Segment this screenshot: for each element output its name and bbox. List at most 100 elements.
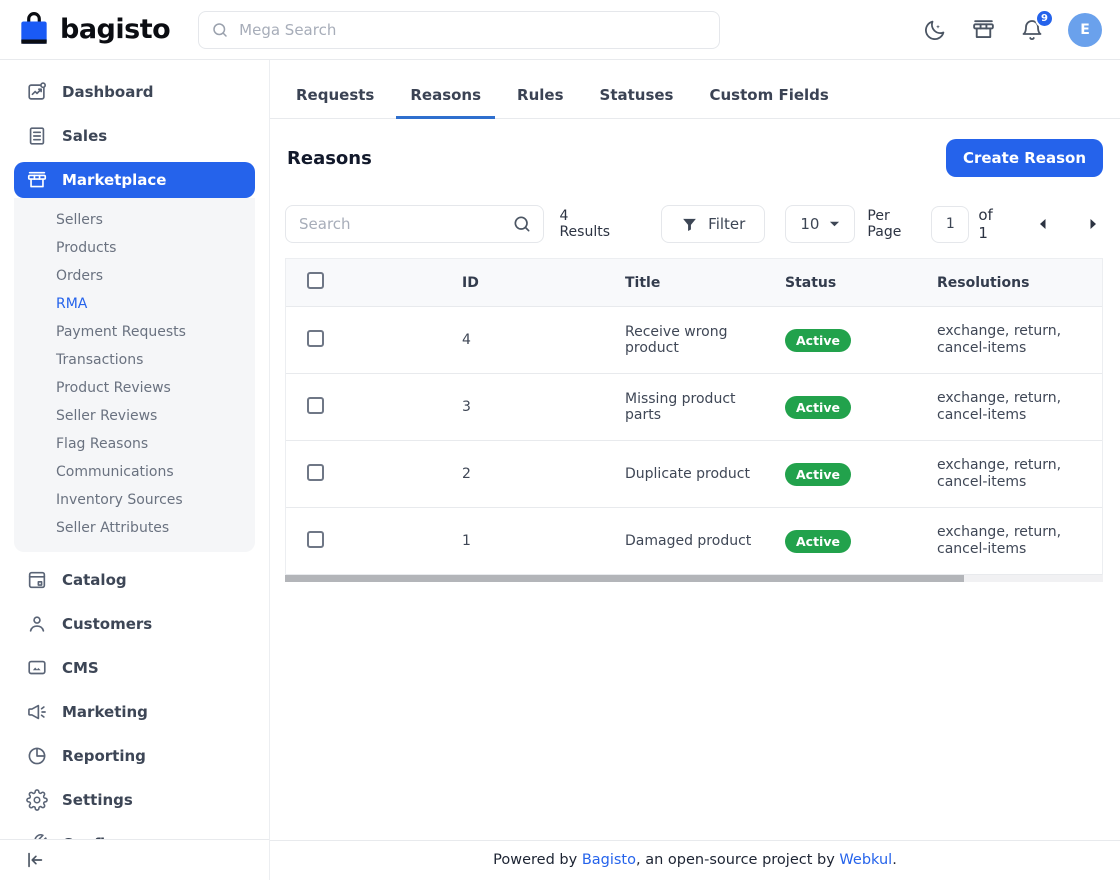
notification-count-badge: 9 (1035, 9, 1054, 28)
marketing-icon (26, 701, 48, 723)
submenu-item-communications[interactable]: Communications (14, 458, 255, 486)
submenu-item-sellers[interactable]: Sellers (14, 206, 255, 234)
row-title: Receive wrong product (625, 324, 785, 356)
row-checkbox[interactable] (307, 397, 324, 414)
sidebar-item-label: CMS (62, 659, 99, 677)
horizontal-scrollbar-thumb[interactable] (285, 575, 964, 582)
column-header-id: ID (462, 275, 625, 291)
filter-label: Filter (708, 215, 745, 233)
column-header-resolutions: Resolutions (937, 275, 1102, 291)
store-icon[interactable] (971, 17, 996, 42)
submenu-item-products[interactable]: Products (14, 234, 255, 262)
submenu-item-flag-reasons[interactable]: Flag Reasons (14, 430, 255, 458)
cms-icon (26, 657, 48, 679)
sidebar-collapse-icon[interactable] (24, 849, 245, 871)
submenu-item-product-reviews[interactable]: Product Reviews (14, 374, 255, 402)
rma-tabs: Requests Reasons Rules Statuses Custom F… (270, 60, 1120, 119)
column-header-title: Title (625, 275, 785, 291)
table-row: 4 Receive wrong product Active exchange,… (286, 307, 1102, 374)
submenu-item-seller-reviews[interactable]: Seller Reviews (14, 402, 255, 430)
horizontal-scrollbar-track (285, 575, 1103, 582)
notifications-bell-icon[interactable]: 9 (1020, 18, 1044, 42)
row-title: Duplicate product (625, 466, 785, 482)
row-title: Damaged product (625, 533, 785, 549)
datagrid-toolbar: 4 Results Filter 10 Per Page of 1 (270, 177, 1120, 243)
dark-mode-icon[interactable] (923, 18, 947, 42)
mega-search-input[interactable] (198, 11, 720, 49)
row-resolutions: exchange, return, cancel-items (937, 457, 1102, 492)
row-id: 4 (462, 332, 625, 348)
footer-text: , an open-source project by (636, 852, 839, 868)
submenu-item-transactions[interactable]: Transactions (14, 346, 255, 374)
sidebar-item-dashboard[interactable]: Dashboard (14, 74, 255, 110)
sidebar: Dashboard Sales Marketplace Sellers Prod… (0, 60, 270, 880)
page-title: Reasons (287, 148, 372, 169)
tab-reasons[interactable]: Reasons (396, 86, 495, 119)
sidebar-item-label: Marketplace (62, 171, 166, 189)
sidebar-item-label: Catalog (62, 571, 127, 589)
sidebar-item-marketing[interactable]: Marketing (14, 694, 255, 730)
submenu-item-payment-requests[interactable]: Payment Requests (14, 318, 255, 346)
dashboard-icon (26, 81, 48, 103)
gear-icon (26, 789, 48, 811)
next-page-icon[interactable] (1083, 214, 1103, 234)
status-badge: Active (785, 530, 851, 553)
sidebar-item-marketplace[interactable]: Marketplace (14, 162, 255, 198)
search-icon (512, 214, 532, 234)
reasons-table: ID Title Status Resolutions 4 Receive wr… (285, 258, 1103, 575)
header-actions: 9 E (923, 13, 1102, 47)
submenu-item-rma[interactable]: RMA (14, 290, 255, 318)
tab-statuses[interactable]: Statuses (586, 86, 688, 119)
page-of-label: of 1 (978, 206, 1003, 242)
row-id: 2 (462, 466, 625, 482)
table-row: 1 Damaged product Active exchange, retur… (286, 508, 1102, 575)
bagisto-logo-icon (16, 11, 52, 49)
sidebar-item-label: Customers (62, 615, 152, 633)
sidebar-item-reporting[interactable]: Reporting (14, 738, 255, 774)
per-page-dropdown[interactable]: 10 (785, 205, 855, 243)
page-header: Reasons Create Reason (270, 119, 1120, 177)
tab-requests[interactable]: Requests (282, 86, 388, 119)
customers-icon (26, 613, 48, 635)
sidebar-item-sales[interactable]: Sales (14, 118, 255, 154)
per-page-value: 10 (800, 215, 819, 233)
page-number-input[interactable] (931, 206, 969, 243)
bagisto-logo[interactable]: bagisto (16, 11, 170, 49)
main-content: Requests Reasons Rules Statuses Custom F… (270, 60, 1120, 880)
search-icon (211, 21, 229, 39)
footer-text: . (892, 852, 897, 868)
sidebar-item-label: Dashboard (62, 83, 153, 101)
sidebar-item-settings[interactable]: Settings (14, 782, 255, 818)
grid-search-input[interactable] (285, 205, 544, 243)
grid-search (285, 205, 544, 243)
status-badge: Active (785, 329, 851, 352)
sidebar-item-cms[interactable]: CMS (14, 650, 255, 686)
sidebar-item-customers[interactable]: Customers (14, 606, 255, 642)
status-badge: Active (785, 463, 851, 486)
sidebar-nav: Dashboard Sales Marketplace Sellers Prod… (0, 74, 269, 839)
previous-page-icon[interactable] (1033, 214, 1053, 234)
sidebar-item-configure[interactable]: Configure (14, 826, 255, 839)
tab-custom-fields[interactable]: Custom Fields (696, 86, 843, 119)
reporting-icon (26, 745, 48, 767)
row-checkbox[interactable] (307, 531, 324, 548)
tab-rules[interactable]: Rules (503, 86, 577, 119)
bagisto-link[interactable]: Bagisto (582, 852, 636, 868)
sidebar-item-catalog[interactable]: Catalog (14, 562, 255, 598)
submenu-item-seller-attributes[interactable]: Seller Attributes (14, 514, 255, 542)
row-checkbox[interactable] (307, 464, 324, 481)
submenu-item-orders[interactable]: Orders (14, 262, 255, 290)
user-avatar[interactable]: E (1068, 13, 1102, 47)
submenu-item-inventory-sources[interactable]: Inventory Sources (14, 486, 255, 514)
footer-text: Powered by (493, 852, 582, 868)
webkul-link[interactable]: Webkul (839, 852, 892, 868)
table-row: 3 Missing product parts Active exchange,… (286, 374, 1102, 441)
row-resolutions: exchange, return, cancel-items (937, 524, 1102, 559)
filter-button[interactable]: Filter (661, 205, 765, 243)
select-all-checkbox[interactable] (307, 272, 324, 289)
top-header: bagisto 9 E (0, 0, 1120, 60)
row-id: 3 (462, 399, 625, 415)
row-checkbox[interactable] (307, 330, 324, 347)
chevron-down-icon (829, 220, 840, 228)
create-reason-button[interactable]: Create Reason (946, 139, 1103, 177)
